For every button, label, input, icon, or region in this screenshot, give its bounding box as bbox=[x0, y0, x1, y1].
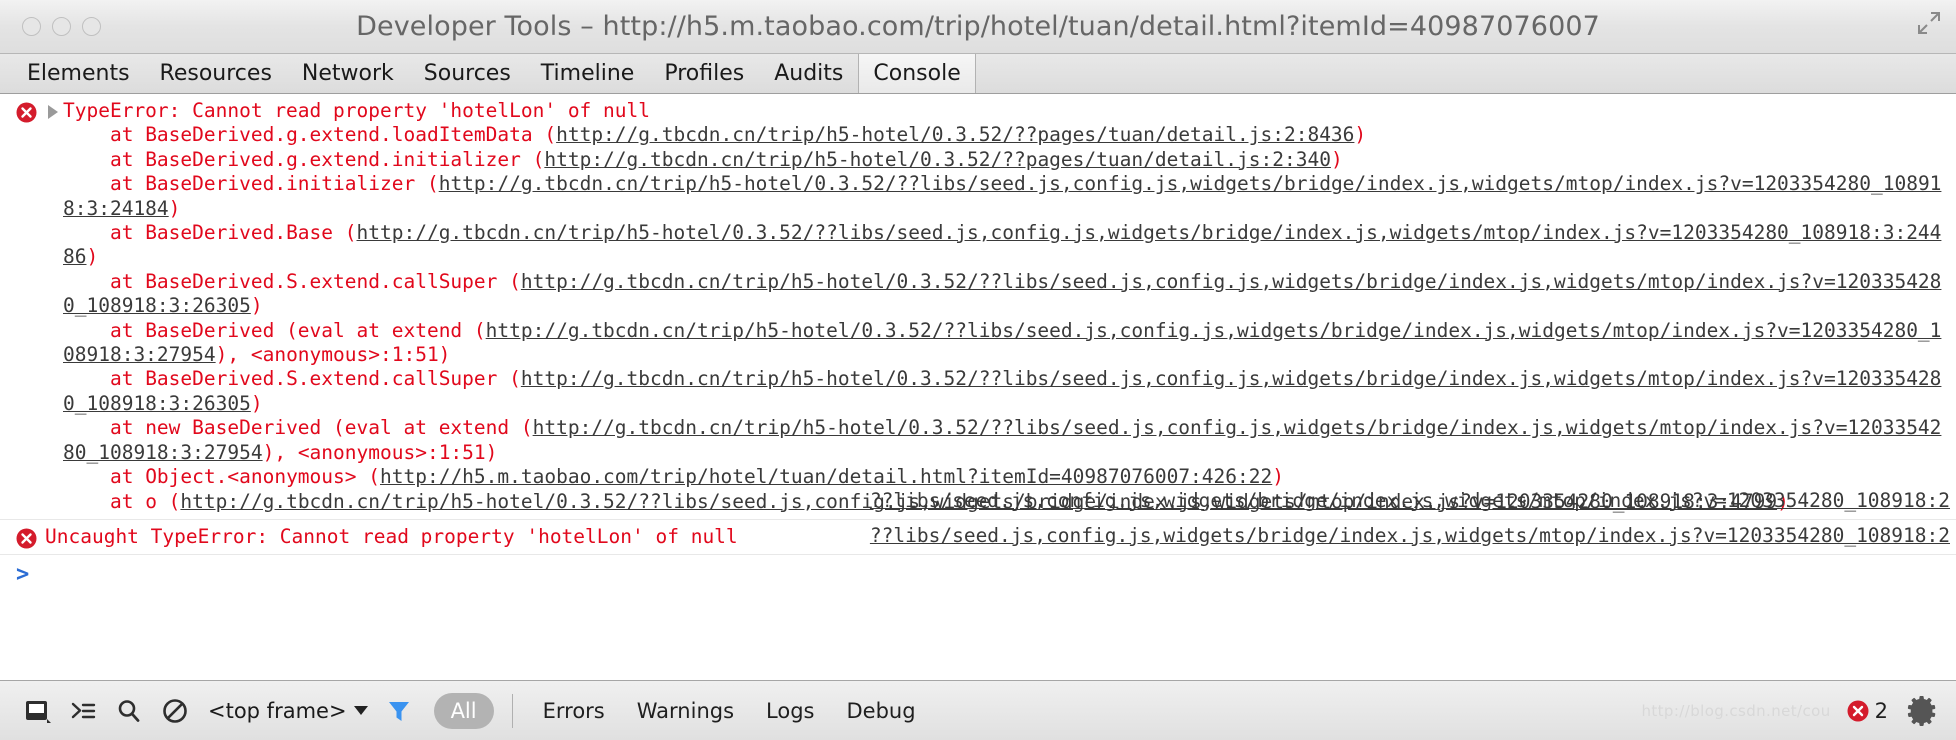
frame-selector-label: <top frame> bbox=[208, 698, 347, 723]
console-toolbar: <top frame> All Errors Warnings Logs Deb… bbox=[0, 680, 1956, 740]
prompt-caret-icon: > bbox=[16, 562, 30, 588]
stack-frame: at BaseDerived.S.extend.callSuper (http:… bbox=[63, 269, 1942, 318]
frame-selector-dropdown[interactable]: <top frame> bbox=[198, 699, 376, 723]
window-titlebar: Developer Tools – http://h5.m.taobao.com… bbox=[0, 0, 1956, 54]
filter-errors-button[interactable]: Errors bbox=[527, 699, 621, 723]
error-circle-icon bbox=[16, 528, 37, 549]
tab-resources[interactable]: Resources bbox=[145, 54, 287, 93]
console-message-header: TypeError: Cannot read property 'hotelLo… bbox=[63, 99, 650, 122]
stack-frame-link[interactable]: http://h5.m.taobao.com/trip/hotel/tuan/d… bbox=[380, 465, 1272, 488]
stack-frame-link[interactable]: http://g.tbcdn.cn/trip/h5-hotel/0.3.52/?… bbox=[556, 123, 1354, 146]
error-count-badge[interactable]: 2 bbox=[1847, 699, 1888, 723]
filter-all-button[interactable]: All bbox=[433, 692, 494, 729]
tab-network[interactable]: Network bbox=[287, 54, 409, 93]
clear-console-icon[interactable] bbox=[152, 689, 198, 733]
chevron-down-icon bbox=[353, 706, 368, 715]
devtools-window: Developer Tools – http://h5.m.taobao.com… bbox=[0, 0, 1956, 740]
dock-window-icon[interactable] bbox=[14, 689, 60, 733]
search-icon[interactable] bbox=[106, 689, 152, 733]
stack-frame: at BaseDerived.Base (http://g.tbcdn.cn/t… bbox=[63, 221, 1942, 269]
tab-sources[interactable]: Sources bbox=[409, 54, 526, 93]
tab-profiles[interactable]: Profiles bbox=[649, 54, 759, 93]
window-title: Developer Tools – http://h5.m.taobao.com… bbox=[356, 11, 1600, 42]
error-circle-icon bbox=[16, 102, 37, 123]
filter-warnings-button[interactable]: Warnings bbox=[621, 699, 750, 723]
console-message[interactable]: TypeError: Cannot read property 'hotelLo… bbox=[0, 94, 1956, 520]
console-prompt-row[interactable]: > bbox=[0, 555, 1956, 595]
devtools-tabbar: Elements Resources Network Sources Timel… bbox=[0, 54, 1956, 94]
zoom-button[interactable] bbox=[82, 17, 101, 36]
console-message-body: TypeError: Cannot read property 'hotelLo… bbox=[0, 99, 1956, 514]
console-message-source-link[interactable]: ??libs/seed.js,config.js,widgets/bridge/… bbox=[870, 489, 1950, 513]
tab-elements[interactable]: Elements bbox=[12, 54, 145, 93]
stack-frame: at Object.<anonymous> (http://h5.m.taoba… bbox=[63, 465, 1284, 489]
tab-timeline[interactable]: Timeline bbox=[526, 54, 650, 93]
stack-frame: at BaseDerived.g.extend.loadItemData (ht… bbox=[63, 123, 1367, 147]
filter-debug-button[interactable]: Debug bbox=[830, 699, 931, 723]
tab-audits[interactable]: Audits bbox=[759, 54, 858, 93]
gear-icon[interactable] bbox=[1906, 694, 1940, 728]
console-message[interactable]: Uncaught TypeError: Cannot read property… bbox=[0, 520, 1956, 556]
close-button[interactable] bbox=[22, 17, 41, 36]
toolbar-divider bbox=[511, 693, 513, 728]
watermark-text: http://blog.csdn.net/cou bbox=[1641, 701, 1831, 720]
show-drawer-icon[interactable] bbox=[60, 689, 106, 733]
console-messages-panel[interactable]: TypeError: Cannot read property 'hotelLo… bbox=[0, 94, 1956, 606]
error-circle-icon bbox=[1847, 700, 1869, 721]
filter-logs-button[interactable]: Logs bbox=[750, 699, 830, 723]
stack-frame: at new BaseDerived (eval at extend (http… bbox=[63, 416, 1942, 464]
traffic-lights bbox=[0, 17, 101, 36]
stack-frame: at BaseDerived.initializer (http://g.tbc… bbox=[63, 172, 1942, 220]
minimize-button[interactable] bbox=[52, 17, 71, 36]
resize-diagonal-icon[interactable] bbox=[1916, 10, 1942, 36]
stack-frame: at BaseDerived.g.extend.initializer (htt… bbox=[63, 147, 1343, 171]
stack-frame: at BaseDerived (eval at extend (http://g… bbox=[63, 318, 1942, 367]
stack-frame-link[interactable]: http://g.tbcdn.cn/trip/h5-hotel/0.3.52/?… bbox=[544, 148, 1331, 171]
console-message-source-link[interactable]: ??libs/seed.js,config.js,widgets/bridge/… bbox=[870, 524, 1950, 548]
error-count-value: 2 bbox=[1874, 698, 1888, 723]
tab-console[interactable]: Console bbox=[858, 54, 976, 93]
filter-funnel-icon[interactable] bbox=[376, 689, 422, 733]
expand-triangle-icon[interactable] bbox=[48, 105, 58, 119]
stack-frame: at BaseDerived.S.extend.callSuper (http:… bbox=[63, 367, 1942, 415]
